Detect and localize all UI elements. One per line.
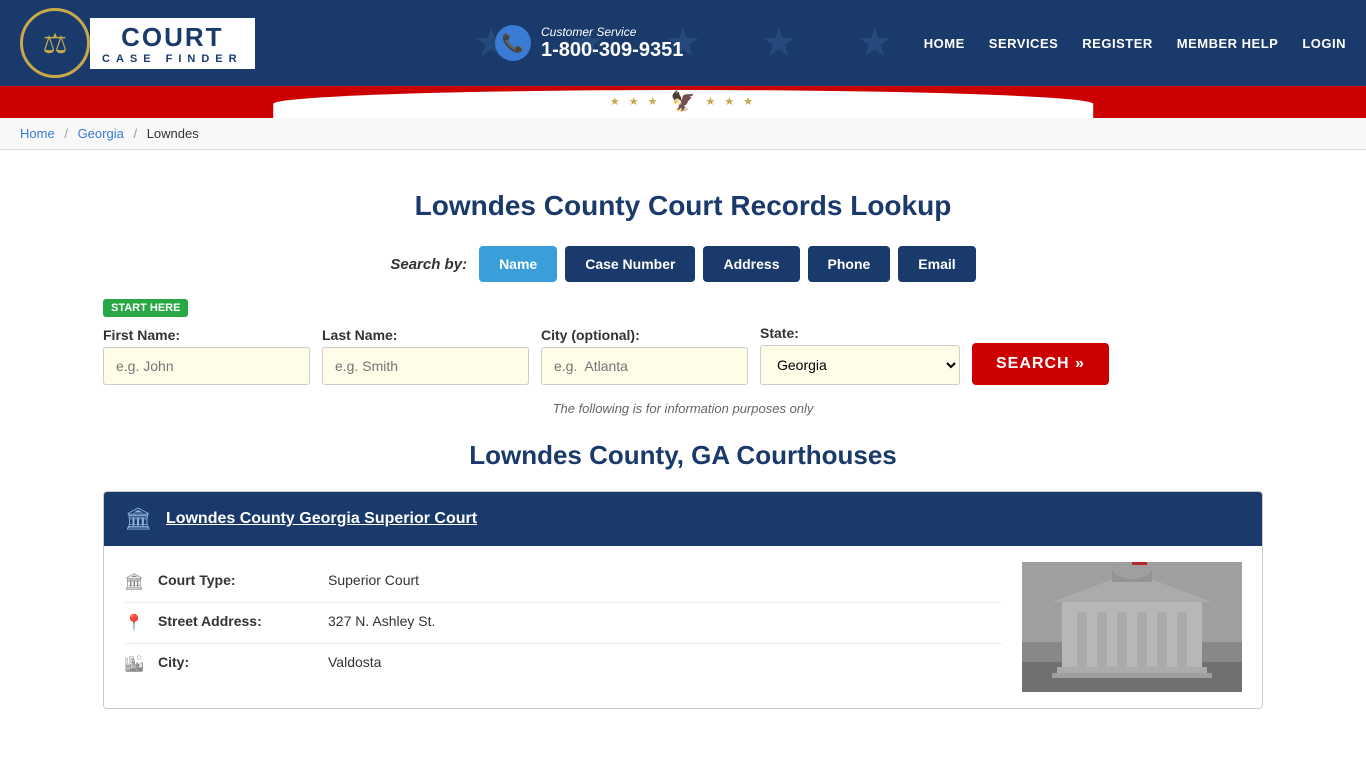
street-icon: 📍 — [124, 613, 148, 633]
logo-badge: ⚖ — [20, 8, 90, 78]
city-icon: 🏙 — [124, 654, 148, 674]
tab-address[interactable]: Address — [703, 246, 799, 282]
stars-left: ★ ★ ★ — [610, 95, 661, 108]
tab-phone[interactable]: Phone — [808, 246, 891, 282]
state-select[interactable]: Georgia — [760, 345, 960, 385]
nav-register[interactable]: REGISTER — [1082, 36, 1152, 51]
search-form: First Name: Last Name: City (optional): … — [103, 325, 1263, 385]
nav-login[interactable]: LOGIN — [1302, 36, 1346, 51]
nav-services[interactable]: SERVICES — [989, 36, 1059, 51]
street-label: Street Address: — [158, 613, 318, 629]
star-5: ★ — [857, 20, 893, 66]
breadcrumb-sep-1: / — [64, 126, 68, 141]
breadcrumb: Home / Georgia / Lowndes — [0, 118, 1366, 150]
main-content: Lowndes County Court Records Lookup Sear… — [83, 150, 1283, 749]
breadcrumb-state[interactable]: Georgia — [78, 126, 124, 141]
courthouse-name-link[interactable]: Lowndes County Georgia Superior Court — [166, 510, 477, 528]
courthouse-building-svg — [1022, 562, 1242, 692]
banner-red: ★ ★ ★ 🦅 ★ ★ ★ — [0, 86, 1366, 118]
tab-name[interactable]: Name — [479, 246, 557, 282]
star-4: ★ — [761, 20, 797, 66]
start-here-badge: START HERE — [103, 299, 188, 317]
city-info-label: City: — [158, 654, 318, 670]
court-type-value: Superior Court — [328, 572, 419, 588]
courthouse-body: 🏛 Court Type: Superior Court 📍 Street Ad… — [104, 546, 1262, 708]
page-title: Lowndes County Court Records Lookup — [103, 190, 1263, 222]
city-info-value: Valdosta — [328, 654, 381, 670]
tab-email[interactable]: Email — [898, 246, 975, 282]
street-value: 327 N. Ashley St. — [328, 613, 435, 629]
search-form-container: START HERE First Name: Last Name: City (… — [103, 298, 1263, 385]
eagle-icon: 🦅 — [671, 89, 696, 114]
logo-court-text: COURT — [121, 22, 223, 53]
first-name-group: First Name: — [103, 327, 310, 385]
eagle-area: ★ ★ ★ 🦅 ★ ★ ★ — [610, 89, 756, 118]
last-name-label: Last Name: — [322, 327, 529, 343]
breadcrumb-sep-2: / — [133, 126, 137, 141]
site-header: ★ ★ ★ ★ ★ ⚖ COURT CASE FINDER 📞 Customer… — [0, 0, 1366, 86]
info-row-city: 🏙 City: Valdosta — [124, 644, 1002, 684]
phone-number: 1-800-309-9351 — [541, 39, 683, 62]
last-name-group: Last Name: — [322, 327, 529, 385]
logo-case-text: CASE FINDER — [102, 53, 243, 65]
state-group: State: Georgia — [760, 325, 960, 385]
first-name-label: First Name: — [103, 327, 310, 343]
info-note: The following is for information purpose… — [103, 401, 1263, 416]
search-button[interactable]: SEARCH » — [972, 343, 1109, 385]
tab-case-number[interactable]: Case Number — [565, 246, 695, 282]
courthouses-title: Lowndes County, GA Courthouses — [103, 440, 1263, 471]
city-label: City (optional): — [541, 327, 748, 343]
phone-label: Customer Service — [541, 25, 683, 39]
court-type-label: Court Type: — [158, 572, 318, 588]
phone-details: Customer Service 1-800-309-9351 — [541, 25, 683, 62]
first-name-input[interactable] — [103, 347, 310, 385]
breadcrumb-home[interactable]: Home — [20, 126, 55, 141]
city-input[interactable] — [541, 347, 748, 385]
court-type-icon: 🏛 — [124, 572, 148, 592]
state-label: State: — [760, 325, 960, 341]
courthouse-info: 🏛 Court Type: Superior Court 📍 Street Ad… — [124, 562, 1002, 692]
courthouse-card: 🏛 Lowndes County Georgia Superior Court … — [103, 491, 1263, 709]
city-group: City (optional): — [541, 327, 748, 385]
nav-member-help[interactable]: MEMBER HELP — [1177, 36, 1279, 51]
info-row-street: 📍 Street Address: 327 N. Ashley St. — [124, 603, 1002, 644]
phone-area: 📞 Customer Service 1-800-309-9351 — [495, 25, 683, 62]
info-row-court-type: 🏛 Court Type: Superior Court — [124, 562, 1002, 603]
courthouse-header-icon: 🏛 — [124, 506, 152, 532]
breadcrumb-county: Lowndes — [147, 126, 199, 141]
courthouse-header: 🏛 Lowndes County Georgia Superior Court — [104, 492, 1262, 546]
phone-icon: 📞 — [495, 25, 531, 61]
search-by-row: Search by: Name Case Number Address Phon… — [103, 246, 1263, 282]
nav-home[interactable]: HOME — [924, 36, 965, 51]
logo-text: COURT CASE FINDER — [90, 18, 255, 69]
stars-right: ★ ★ ★ — [705, 95, 756, 108]
logo-area: ⚖ COURT CASE FINDER — [20, 8, 255, 78]
courthouse-image — [1022, 562, 1242, 692]
last-name-input[interactable] — [322, 347, 529, 385]
search-by-label: Search by: — [390, 256, 467, 273]
main-nav: HOME SERVICES REGISTER MEMBER HELP LOGIN — [924, 36, 1346, 51]
